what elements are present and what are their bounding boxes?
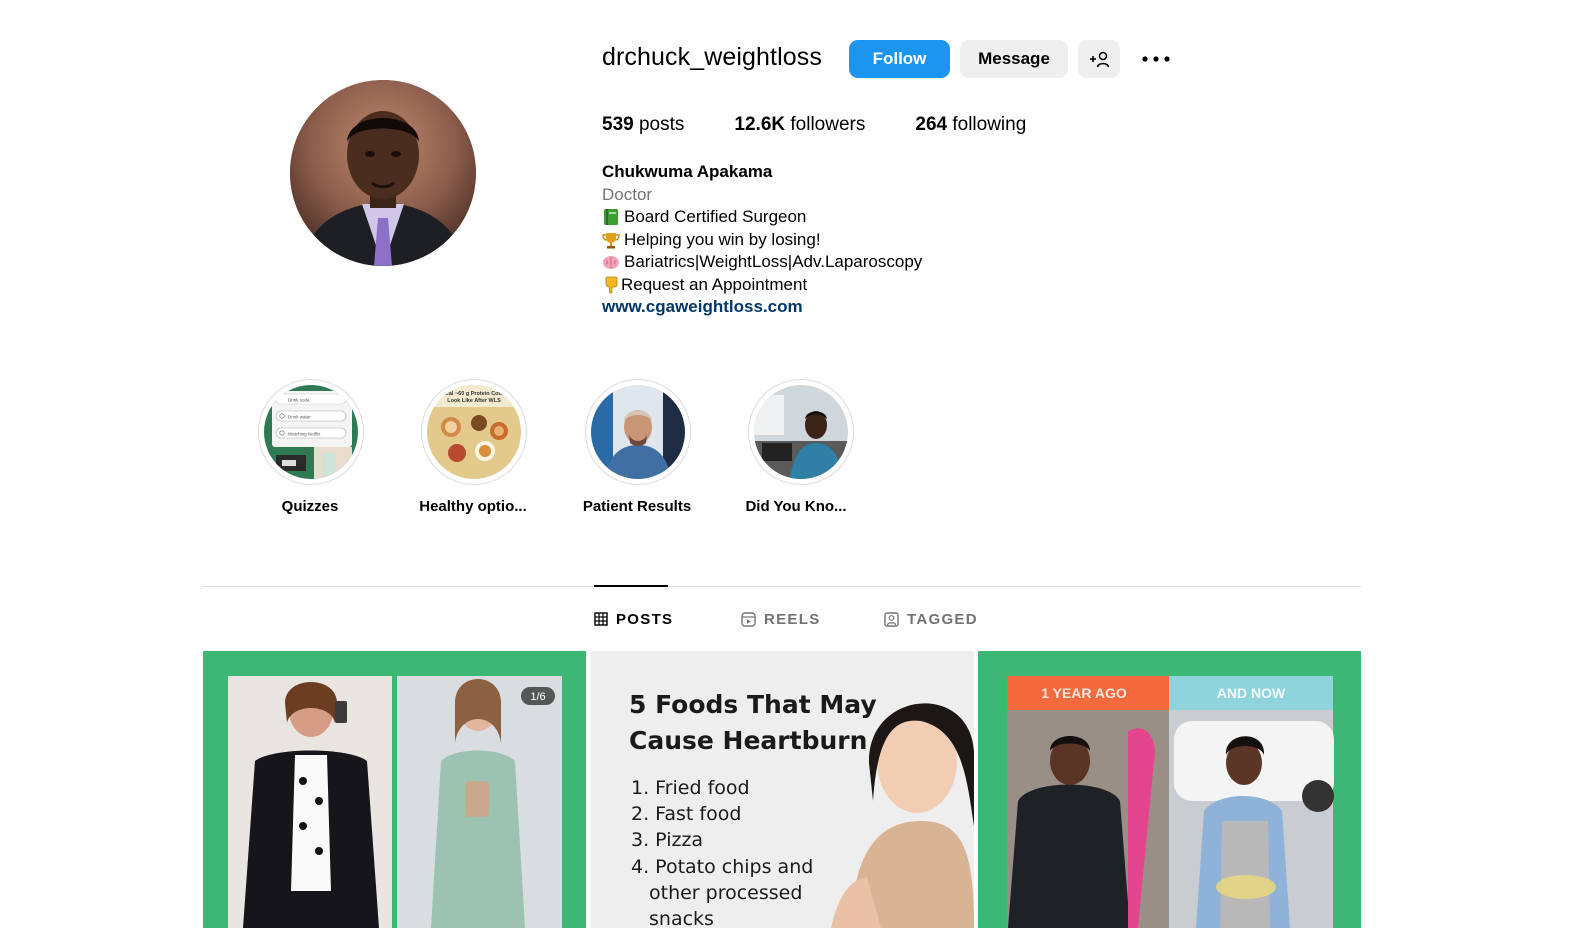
post-title-line: 5 Foods That May (629, 690, 877, 719)
brain-icon (603, 256, 619, 270)
carousel-badge: 1/6 (530, 691, 545, 703)
bio-line-text: Bariatrics|WeightLoss|Adv.Laparoscopy (624, 252, 923, 271)
tab-label: REELS (764, 610, 821, 628)
tab-label: TAGGED (907, 610, 978, 628)
profile-full-name: Chukwuma Apakama (602, 162, 773, 181)
posts-count: 539 (602, 114, 634, 135)
reels-icon (741, 611, 756, 627)
post-list-item: other processed (649, 882, 802, 904)
highlight-cover: Drink soda Drink water Watching Netflix (264, 385, 358, 479)
highlight-quizzes-cover: Drink soda Drink water Watching Netflix (264, 385, 358, 479)
post-heartburn-image: 5 Foods That May Cause Heartburn 1. Frie… (591, 651, 974, 928)
message-button[interactable]: Message (960, 40, 1068, 78)
highlight-patient-cover (591, 385, 685, 479)
profile-bio: Chukwuma Apakama Doctor Board Certified … (602, 161, 922, 319)
followers-stat[interactable]: 12.6K followers (734, 114, 865, 136)
highlight-label: Did You Kno... (745, 498, 847, 515)
highlight-patient-results[interactable] (585, 379, 691, 485)
highlight-quizzes[interactable]: Drink soda Drink water Watching Netflix (258, 379, 364, 485)
following-count: 264 (915, 114, 948, 135)
posts-label: posts (638, 114, 685, 135)
highlight-food-title: Look Like After WLS (447, 398, 501, 404)
tabs-divider (203, 586, 1361, 587)
tab-tagged[interactable]: TAGGED (884, 608, 978, 630)
followers-count: 12.6K (734, 114, 786, 135)
after-label: AND NOW (1217, 685, 1286, 701)
post-list-item: 3. Pizza (631, 829, 703, 851)
post-title-line: Cause Heartburn (629, 726, 867, 755)
highlight-label: Quizzes (281, 498, 339, 515)
grid-icon (594, 612, 608, 626)
quiz-option-text: Watching Netflix (288, 432, 321, 437)
quiz-option-text: Drink water (288, 415, 311, 420)
bio-line: Helping you win by losing! (602, 229, 922, 252)
post-thumbnail[interactable]: 1/6 (203, 651, 586, 928)
green-book-icon (604, 209, 618, 226)
tagged-icon (884, 611, 899, 627)
post-list-item: 4. Potato chips and (631, 856, 813, 878)
post-thumbnail[interactable]: 5 Foods That May Cause Heartburn 1. Frie… (591, 651, 974, 928)
highlight-label: Healthy optio... (419, 498, 527, 515)
post-before-after-image: 1/6 (203, 651, 586, 928)
website-link[interactable]: www.cgaweightloss.com (602, 296, 922, 319)
more-dots-icon (1142, 56, 1170, 62)
highlight-did-you-know[interactable] (748, 379, 854, 485)
highlight-food-title: Meal ~60 g Protein Could (441, 391, 507, 397)
pointing-down-hand-icon (605, 276, 618, 294)
highlight-cover: Meal ~60 g Protein Could Look Like After… (427, 385, 521, 479)
bio-line-text: Request an Appointment (621, 274, 808, 294)
tab-posts[interactable]: POSTS (594, 608, 673, 630)
add-person-icon (1090, 51, 1110, 68)
bio-line: Request an Appointment (602, 274, 922, 297)
quiz-option-text: Drink soda (288, 398, 310, 403)
bio-line-text: Helping you win by losing! (624, 229, 821, 249)
profile-username: drchuck_weightloss (602, 43, 822, 71)
active-tab-indicator (594, 585, 668, 587)
following-label: following (952, 114, 1027, 135)
highlight-label: Patient Results (582, 498, 692, 515)
profile-category: Doctor (602, 184, 653, 204)
highlight-healthy-cover: Meal ~60 g Protein Could Look Like After… (427, 385, 521, 479)
trophy-icon (602, 232, 620, 249)
before-label: 1 YEAR AGO (1041, 685, 1127, 701)
bio-line: Board Certified Surgeon (602, 206, 922, 229)
follow-button[interactable]: Follow (849, 40, 950, 78)
post-thumbnail[interactable]: 1 YEAR AGO AND NOW (978, 651, 1361, 928)
avatar-portrait (290, 80, 476, 266)
highlight-cover (754, 385, 848, 479)
tab-label: POSTS (616, 610, 674, 628)
followers-label: followers (790, 114, 866, 135)
bio-line: Bariatrics|WeightLoss|Adv.Laparoscopy (602, 251, 922, 274)
tab-reels[interactable]: REELS (741, 608, 821, 630)
highlight-cover (591, 385, 685, 479)
profile-stats: 539 posts 12.6K followers 264 following (602, 114, 1076, 136)
post-list-item: 1. Fried food (631, 777, 750, 799)
profile-avatar[interactable] (290, 80, 476, 266)
highlight-did-you-know-cover (754, 385, 848, 479)
posts-stat: 539 posts (602, 114, 684, 136)
more-options-button[interactable] (1140, 44, 1172, 74)
bio-line-text: Board Certified Surgeon (624, 207, 807, 226)
post-list-item: snacks (649, 908, 714, 928)
suggest-user-button[interactable] (1078, 40, 1120, 78)
post-list-item: 2. Fast food (631, 803, 741, 825)
post-progress-image: 1 YEAR AGO AND NOW (978, 651, 1361, 928)
highlight-healthy-options[interactable]: Meal ~60 g Protein Could Look Like After… (421, 379, 527, 485)
following-stat[interactable]: 264 following (915, 114, 1026, 136)
